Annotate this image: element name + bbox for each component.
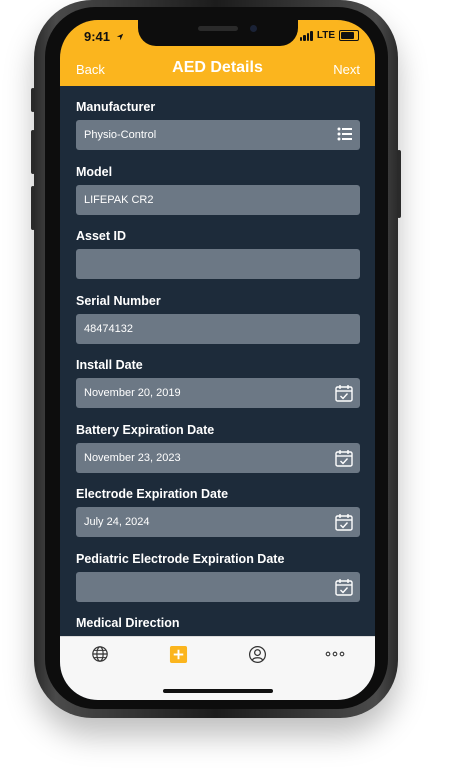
profile-icon[interactable] — [248, 645, 267, 664]
status-indicators: LTE — [299, 30, 359, 41]
page-title: AED Details — [172, 59, 263, 76]
mute-switch — [31, 88, 35, 112]
calendar-icon[interactable] — [334, 577, 354, 597]
asset-id-label: Asset ID — [76, 229, 127, 243]
serial-number-label: Serial Number — [76, 294, 161, 308]
tab-bar — [60, 636, 375, 700]
electrode-expiration-label: Electrode Expiration Date — [76, 487, 229, 501]
calendar-icon[interactable] — [334, 512, 354, 532]
power-button — [397, 150, 401, 218]
serial-number-field[interactable]: 48474132 — [76, 314, 360, 344]
manufacturer-label: Manufacturer — [76, 100, 156, 114]
serial-number-value: 48474132 — [84, 323, 133, 335]
install-date-field[interactable]: November 20, 2019 — [76, 378, 360, 408]
list-icon[interactable] — [336, 125, 354, 143]
electrode-expiration-value: July 24, 2024 — [84, 516, 150, 528]
notch — [138, 20, 298, 46]
battery-icon — [339, 30, 359, 41]
next-button[interactable]: Next — [333, 62, 360, 77]
calendar-icon[interactable] — [334, 448, 354, 468]
aed-form: Manufacturer Physio-Control Model LIFEPA… — [60, 86, 375, 636]
status-time: 9:41 — [84, 29, 124, 44]
calendar-icon[interactable] — [334, 383, 354, 403]
home-indicator[interactable] — [163, 689, 273, 693]
manufacturer-value: Physio-Control — [84, 129, 157, 141]
medical-direction-label: Medical Direction — [76, 616, 180, 630]
globe-icon[interactable] — [91, 645, 109, 663]
electrode-expiration-field[interactable]: July 24, 2024 — [76, 507, 360, 537]
app-screen: 9:41 LTE Back AED Details Next Manufactu… — [60, 20, 375, 700]
speaker — [198, 26, 238, 31]
model-field[interactable]: LIFEPAK CR2 — [76, 185, 360, 215]
location-arrow-icon — [116, 33, 123, 41]
front-camera — [250, 25, 257, 32]
manufacturer-field[interactable]: Physio-Control — [76, 120, 360, 150]
pediatric-electrode-expiration-label: Pediatric Electrode Expiration Date — [76, 552, 285, 566]
model-value: LIFEPAK CR2 — [84, 194, 154, 206]
pediatric-electrode-expiration-field[interactable] — [76, 572, 360, 602]
network-label: LTE — [316, 30, 335, 41]
install-date-label: Install Date — [76, 358, 143, 372]
add-icon[interactable] — [169, 645, 188, 664]
battery-expiration-field[interactable]: November 23, 2023 — [76, 443, 360, 473]
asset-id-field[interactable] — [76, 249, 360, 279]
status-time-text: 9:41 — [84, 29, 111, 44]
model-label: Model — [76, 165, 113, 179]
battery-expiration-value: November 23, 2023 — [84, 452, 181, 464]
volume-down-button — [31, 186, 35, 230]
signal-icon — [299, 30, 313, 41]
battery-expiration-label: Battery Expiration Date — [76, 423, 215, 437]
more-icon[interactable] — [325, 649, 345, 659]
volume-up-button — [31, 130, 35, 174]
install-date-value: November 20, 2019 — [84, 387, 181, 399]
